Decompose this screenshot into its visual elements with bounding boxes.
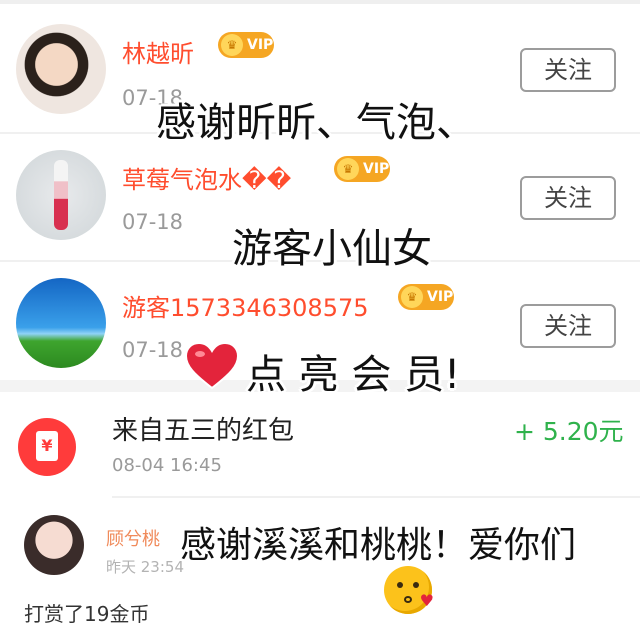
username[interactable]: 林越昕 <box>122 34 194 69</box>
avatar[interactable] <box>16 278 106 368</box>
follow-date: 07-18 <box>122 210 184 234</box>
kiss-emoji-icon: ♥ <box>384 566 434 614</box>
vip-badge: ♛ VIP <box>218 32 274 58</box>
overlay-caption-2: 游客小仙女 <box>232 226 432 272</box>
vip-badge: ♛ VIP <box>398 284 454 310</box>
vip-badge: ♛ VIP <box>334 156 390 182</box>
red-packet-amount: + 5.20元 <box>514 417 624 446</box>
comment-text: 打赏了19金币 <box>24 602 150 626</box>
avatar[interactable] <box>16 150 106 240</box>
vip-crown-icon: ♛ <box>337 158 359 180</box>
red-packet-icon: ¥ <box>18 418 76 476</box>
follow-button[interactable]: 关注 <box>520 176 616 220</box>
follow-button[interactable]: 关注 <box>520 304 616 348</box>
username[interactable]: 草莓气泡水�� <box>122 160 291 195</box>
red-packet-title: 来自五三的红包 <box>112 416 295 446</box>
vip-crown-icon: ♛ <box>221 34 243 56</box>
overlay-caption-3: 点 亮 会 员! <box>246 352 461 398</box>
heart-icon <box>184 341 240 390</box>
comment-time: 昨天 23:54 <box>106 558 184 576</box>
divider <box>112 496 640 498</box>
follow-date: 07-18 <box>122 338 184 362</box>
overlay-caption-4: 感谢溪溪和桃桃！爱你们 <box>180 525 577 566</box>
overlay-caption-1: 感谢昕昕、气泡、 <box>156 100 476 146</box>
vip-crown-icon: ♛ <box>401 286 423 308</box>
comment-username[interactable]: 顾兮桃 <box>106 525 160 551</box>
avatar[interactable] <box>24 515 84 575</box>
red-packet-time: 08-04 16:45 <box>112 455 222 476</box>
follow-button[interactable]: 关注 <box>520 48 616 92</box>
username[interactable]: 游客1573346308575 <box>122 288 369 323</box>
avatar[interactable] <box>16 24 106 114</box>
top-border <box>0 0 640 4</box>
